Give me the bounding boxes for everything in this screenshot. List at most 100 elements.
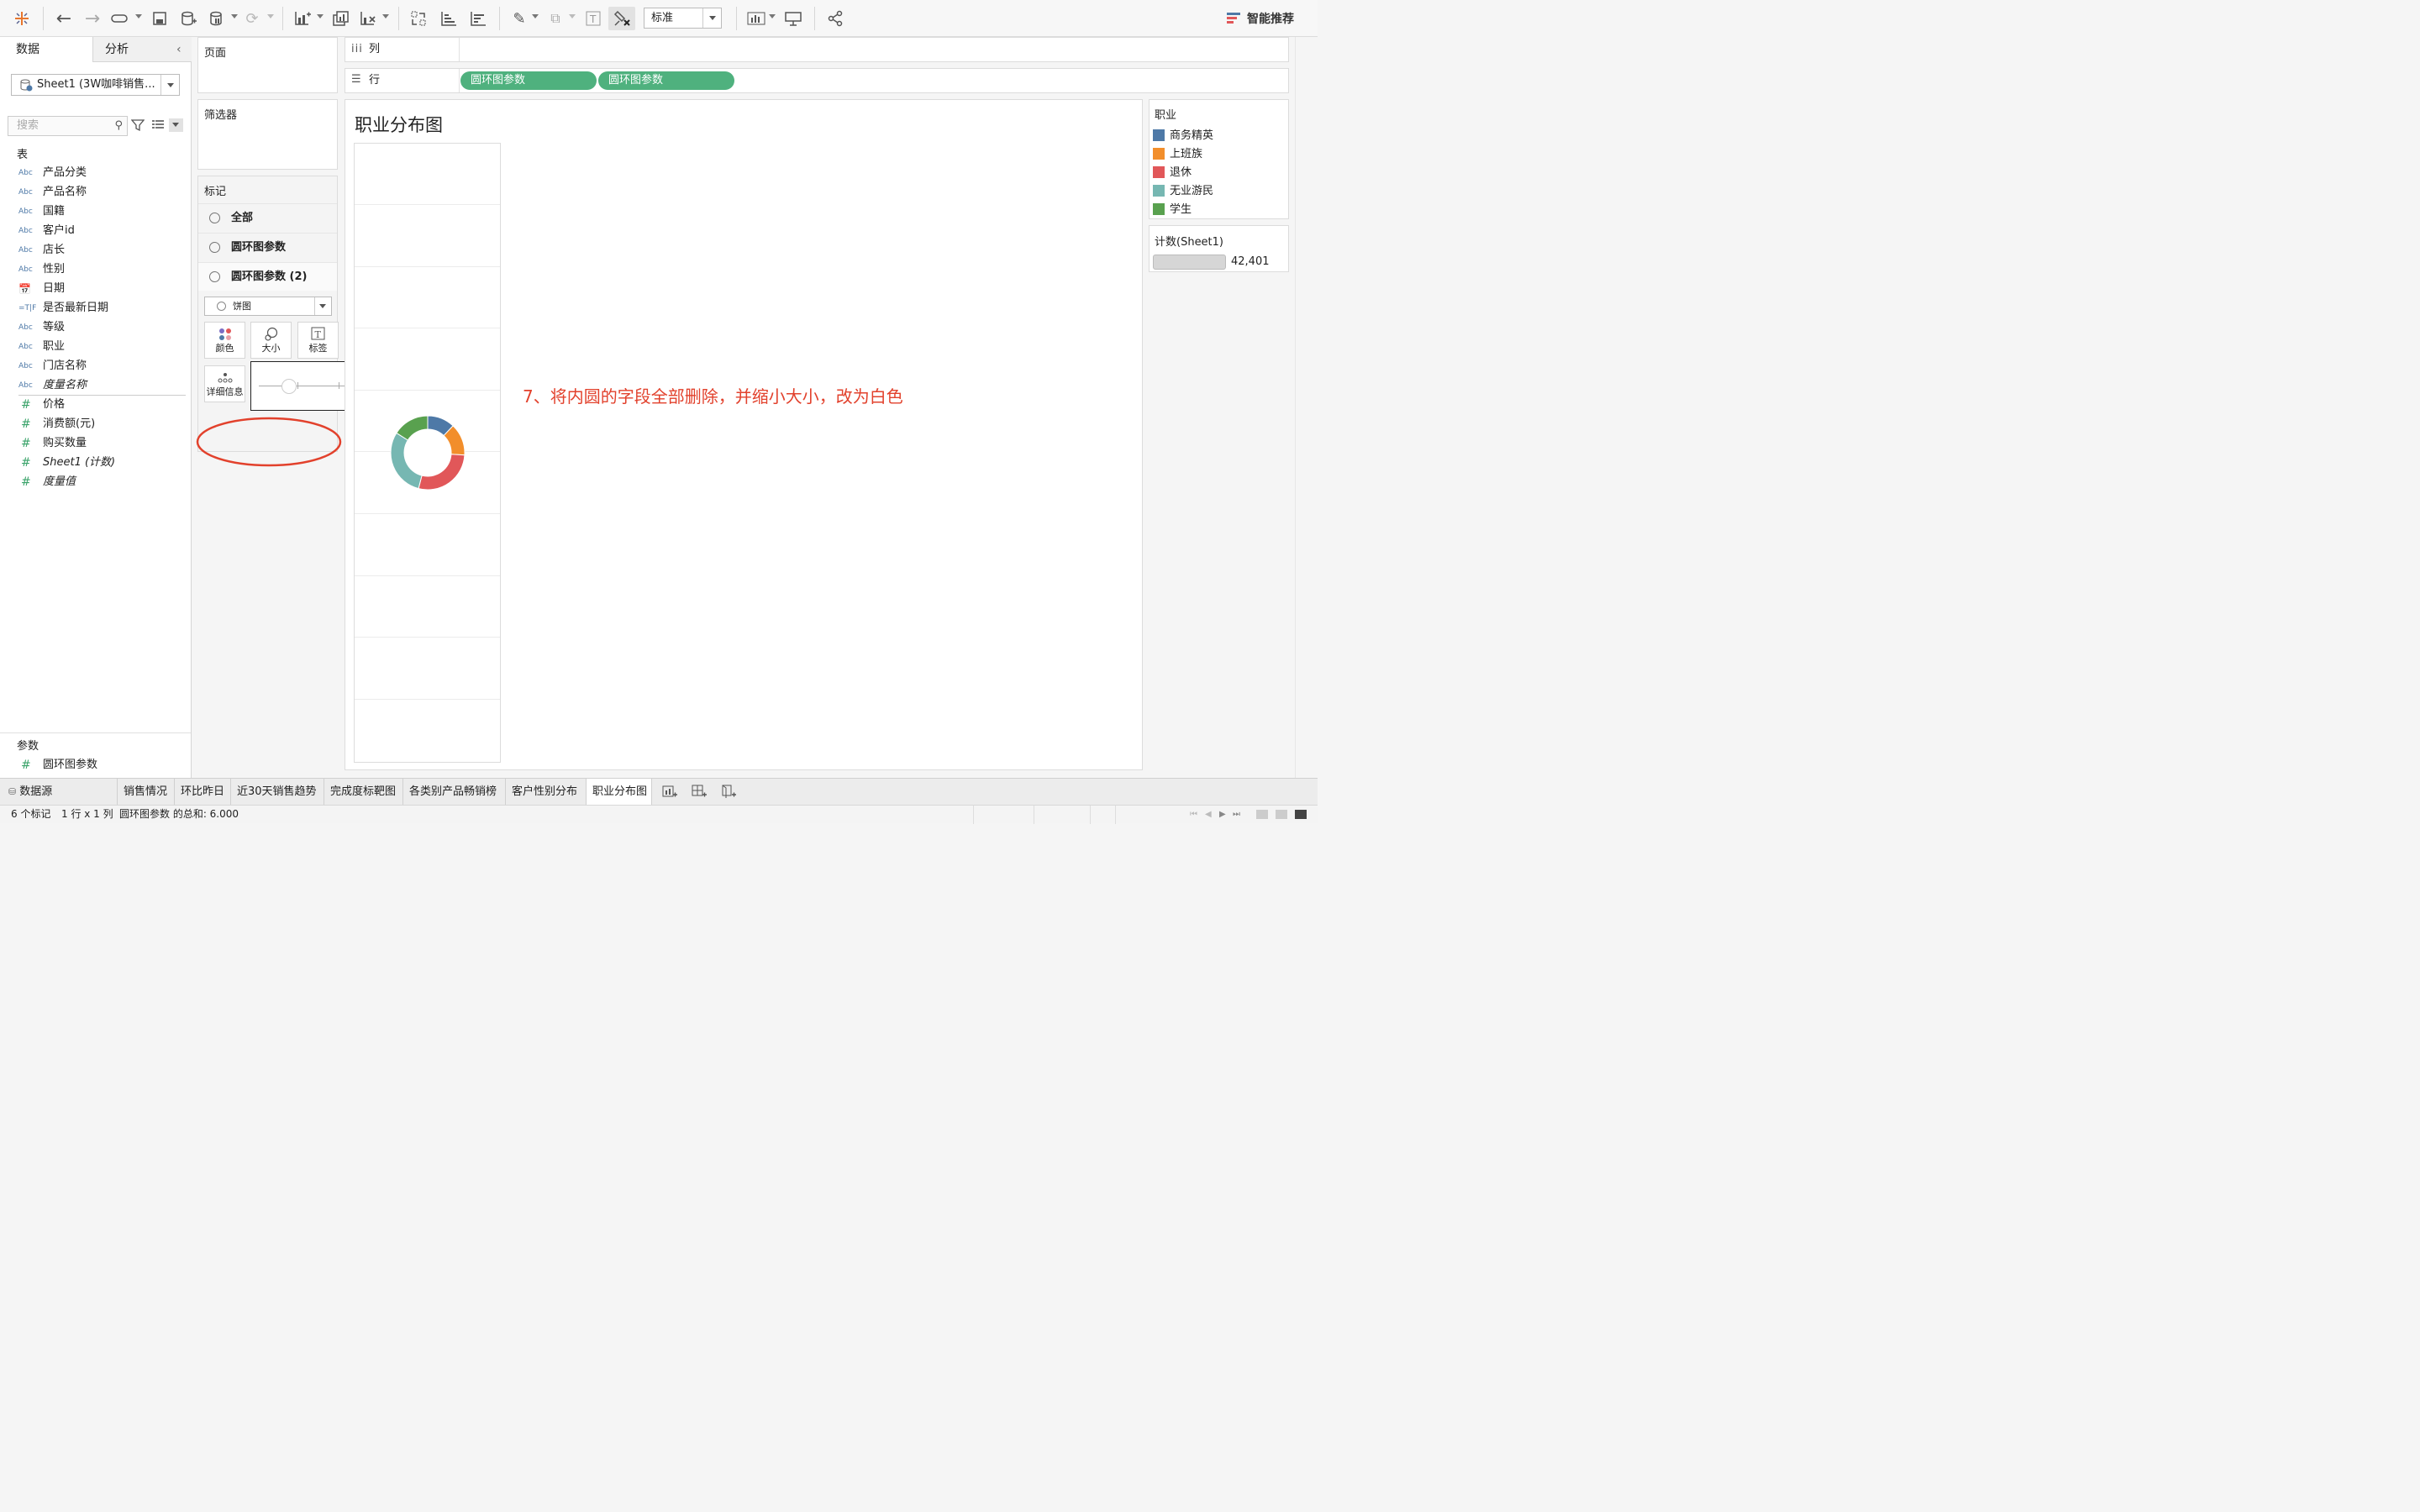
new-dashboard-icon[interactable] (691, 783, 708, 803)
marks-row-param[interactable]: 圆环图参数 (198, 233, 337, 261)
field-item[interactable]: Abc 产品名称 (0, 183, 192, 202)
label-button[interactable]: T 标签 (297, 322, 339, 359)
sheet-tab[interactable]: 客户性别分布 (506, 779, 587, 805)
row-pill-param-2[interactable]: 圆环图参数 (598, 71, 734, 90)
row-pill-label: 圆环图参数 (608, 74, 664, 87)
datasource-select[interactable]: Sheet1 (3W咖啡销售... (11, 74, 180, 96)
collapse-pane-icon[interactable]: ‹ (176, 43, 182, 56)
last-sheet-icon[interactable]: ⏭ (1233, 806, 1240, 823)
filmstrip-icon[interactable] (1276, 810, 1287, 819)
tab-analysis-label: 分析 (105, 43, 129, 56)
view-options-icon[interactable] (169, 118, 183, 132)
fix-axes-icon[interactable] (608, 7, 635, 30)
field-item[interactable]: Abc 等级 (0, 318, 192, 337)
marks-row-param-2[interactable]: 圆环图参数 (2) (198, 262, 337, 291)
sheet-tab[interactable]: 职业分布图 (587, 779, 652, 805)
new-datasource-icon[interactable] (176, 7, 200, 30)
field-item[interactable]: # 度量值 (0, 473, 192, 491)
tableau-logo-icon[interactable] (10, 7, 34, 30)
sort-descending-icon[interactable] (466, 7, 490, 30)
pause-update-icon[interactable] (205, 7, 229, 30)
legend-item[interactable]: 学生 (1153, 202, 1192, 218)
tab-datasource[interactable]: ⛁ 数据源 (0, 779, 118, 805)
first-sheet-icon[interactable]: ⏮ (1190, 806, 1197, 823)
highlight-icon[interactable]: ✎ (508, 7, 530, 30)
list-view-icon[interactable] (152, 119, 164, 134)
field-item[interactable]: Abc 店长 (0, 241, 192, 260)
sort-ascending-icon[interactable] (437, 7, 460, 30)
legend-item[interactable]: 上班族 (1153, 146, 1202, 163)
legend-item[interactable]: 退休 (1153, 165, 1192, 181)
field-item[interactable]: Abc 客户id (0, 222, 192, 240)
show-me-icon[interactable] (744, 7, 768, 30)
donut-chart[interactable] (389, 414, 466, 491)
share-icon[interactable] (823, 7, 847, 30)
field-item[interactable]: # 消费额(元) (0, 415, 192, 433)
detail-button[interactable]: 详细信息 (204, 365, 245, 402)
smart-recommend-button[interactable]: 智能推荐 (1227, 10, 1294, 27)
redo-icon[interactable] (109, 7, 133, 30)
field-item[interactable]: 📅 日期 (0, 280, 192, 298)
mark-type-select[interactable]: 饼图 (204, 297, 332, 316)
filter-icon[interactable] (130, 118, 145, 135)
pages-shelf[interactable]: 页面 (197, 37, 338, 93)
next-sheet-icon[interactable]: ▶ (1219, 806, 1226, 823)
marks-row-all[interactable]: 全部 (198, 203, 337, 232)
donut-hole[interactable] (404, 429, 451, 476)
vertical-scrollbar[interactable] (1295, 37, 1318, 778)
sheet-tab[interactable]: 环比昨日 (175, 779, 231, 805)
group-members-icon[interactable]: ⧉ (544, 7, 566, 30)
size-slider-thumb[interactable] (281, 379, 297, 394)
legend-item[interactable]: 无业游民 (1153, 183, 1213, 200)
search-input[interactable]: 搜索 ⚲ (8, 116, 128, 136)
clear-sheet-icon[interactable] (356, 7, 380, 30)
field-item[interactable]: Abc 度量名称 (0, 376, 192, 395)
columns-shelf[interactable]: iii 列 (345, 37, 1289, 62)
field-item[interactable]: Abc 性别 (0, 260, 192, 279)
tabs-view-icon[interactable] (1295, 810, 1307, 819)
presentation-mode-icon[interactable] (781, 7, 805, 30)
duplicate-sheet-icon[interactable] (329, 7, 353, 30)
field-item[interactable]: # 价格 (0, 396, 192, 414)
field-name: 是否最新日期 (43, 302, 109, 314)
refresh-icon[interactable]: ⟳ (242, 7, 262, 30)
marks-row-label: 全部 (231, 212, 254, 224)
new-worksheet-icon[interactable] (661, 783, 678, 803)
row-pill-param[interactable]: 圆环图参数 (460, 71, 597, 90)
string-icon: Abc (18, 381, 33, 390)
sheet-tab[interactable]: 各类别产品畅销榜 (403, 779, 506, 805)
params-header: 参数 (17, 740, 39, 753)
new-worksheet-icon[interactable] (291, 7, 314, 30)
sheet-tab[interactable]: 销售情况 (118, 779, 175, 805)
pie-icon (209, 242, 220, 253)
filters-shelf[interactable]: 筛选器 (197, 99, 338, 170)
swap-rows-columns-icon[interactable] (408, 7, 431, 30)
rows-shelf[interactable]: ☰ 行 圆环图参数 圆环图参数 (345, 68, 1289, 93)
back-icon[interactable]: ← (52, 7, 76, 30)
field-item[interactable]: # 圆环图参数 (0, 756, 192, 774)
sheet-sorter-icon[interactable] (1256, 810, 1268, 819)
legend-label: 无业游民 (1170, 185, 1214, 197)
forward-icon[interactable]: → (81, 7, 104, 30)
sheet-tab[interactable]: 近30天销售趋势 (231, 779, 324, 805)
new-story-icon[interactable] (720, 783, 737, 803)
field-item[interactable]: # 购买数量 (0, 434, 192, 453)
field-item[interactable]: =T|F 是否最新日期 (0, 299, 192, 318)
status-dims: 1 行 x 1 列 (61, 808, 113, 820)
legend-item[interactable]: 商务精英 (1153, 128, 1213, 144)
field-item[interactable]: Abc 职业 (0, 338, 192, 356)
field-item[interactable]: Abc 门店名称 (0, 357, 192, 375)
save-icon[interactable] (148, 7, 171, 30)
chevron-down-icon[interactable] (160, 75, 179, 95)
color-button[interactable]: 颜色 (204, 322, 245, 359)
fit-mode-select[interactable]: 标准 (644, 8, 722, 29)
field-item[interactable]: Abc 产品分类 (0, 164, 192, 182)
prev-sheet-icon[interactable]: ◀ (1205, 806, 1212, 823)
size-button[interactable]: 大小 (250, 322, 292, 359)
sheet-tab[interactable]: 完成度标靶图 (324, 779, 403, 805)
show-labels-icon[interactable]: T (582, 7, 604, 30)
tab-data[interactable]: 数据 (0, 37, 92, 62)
field-item[interactable]: Abc 国籍 (0, 202, 192, 221)
status-sum: 圆环图参数 的总和: 6.000 (119, 808, 239, 820)
field-item[interactable]: # Sheet1 (计数) (0, 454, 192, 472)
